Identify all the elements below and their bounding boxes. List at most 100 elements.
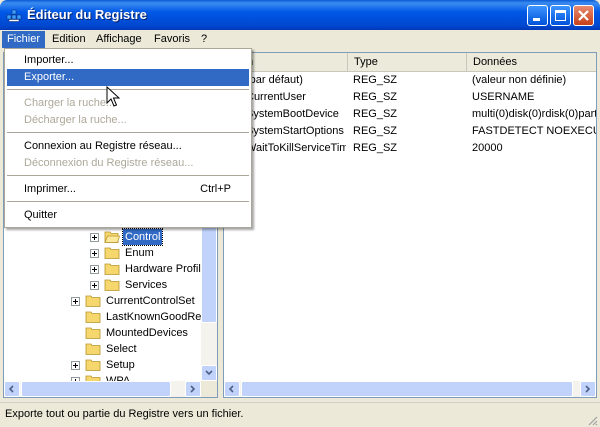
value-type: REG_SZ bbox=[353, 125, 398, 137]
value-name: CurrentUser bbox=[246, 91, 306, 103]
tree-scroll-down-button[interactable] bbox=[201, 365, 217, 381]
tree-node-label: MountedDevices bbox=[106, 327, 188, 339]
window-title: Éditeur du Registre bbox=[27, 7, 147, 22]
value-type: REG_SZ bbox=[353, 74, 398, 86]
menu-item-label: Charger la ruche... bbox=[24, 97, 116, 109]
value-type: REG_SZ bbox=[353, 108, 398, 120]
value-type: REG_SZ bbox=[353, 91, 398, 103]
minimize-icon bbox=[533, 18, 540, 21]
folder-icon bbox=[85, 311, 101, 323]
registry-editor-icon bbox=[6, 9, 22, 22]
tree-horizontal-scrollbar[interactable] bbox=[4, 381, 217, 397]
folder-icon bbox=[85, 343, 101, 355]
folder-icon bbox=[85, 327, 101, 339]
tree-node-select[interactable]: Select bbox=[4, 341, 204, 357]
value-row[interactable]: ab SystemStartOptions REG_SZ FASTDETECT … bbox=[224, 123, 596, 140]
tree-node-hardware-profiles[interactable]: Hardware Profiles bbox=[4, 261, 212, 277]
list-scroll-left-button[interactable] bbox=[224, 381, 240, 397]
menu-item-label: Imprimer... bbox=[24, 183, 76, 195]
tree-node-enum[interactable]: Enum bbox=[4, 245, 204, 261]
menu-separator bbox=[7, 175, 249, 176]
folder-open-icon bbox=[104, 231, 120, 243]
scroll-corner bbox=[201, 381, 217, 397]
menu-item-label: Décharger la ruche... bbox=[24, 114, 127, 126]
folder-icon bbox=[104, 247, 120, 259]
tree-node-control[interactable]: Control bbox=[4, 228, 204, 246]
menu-item-importer[interactable]: Importer... bbox=[7, 52, 249, 69]
value-type: REG_SZ bbox=[353, 142, 398, 154]
tree-node-label: Enum bbox=[125, 247, 154, 259]
list-hscroll-thumb[interactable] bbox=[241, 381, 573, 397]
menu-item-deconnexion-registre[interactable]: Déconnexion du Registre réseau... bbox=[7, 155, 249, 172]
maximize-icon bbox=[555, 10, 566, 21]
tree-scroll-right-button[interactable] bbox=[185, 381, 201, 397]
menu-item-label: Importer... bbox=[24, 54, 74, 66]
menu-item-shortcut: Ctrl+P bbox=[200, 183, 231, 195]
minimize-button[interactable] bbox=[527, 5, 548, 26]
status-bar: Exporte tout ou partie du Registre vers … bbox=[0, 402, 600, 427]
close-button[interactable] bbox=[573, 5, 594, 26]
value-data: (valeur non définie) bbox=[472, 74, 567, 86]
menu-edition[interactable]: Edition bbox=[47, 31, 91, 48]
menu-bar: Fichier Edition Affichage Favoris ? bbox=[0, 30, 600, 49]
menu-item-quitter[interactable]: Quitter bbox=[7, 207, 249, 224]
value-row[interactable]: ab SystemBootDevice REG_SZ multi(0)disk(… bbox=[224, 106, 596, 123]
tree-hscroll-thumb[interactable] bbox=[21, 381, 171, 397]
chevron-right-icon bbox=[585, 385, 591, 393]
file-menu-dropdown: Importer... Exporter... Charger la ruche… bbox=[4, 48, 252, 228]
folder-icon bbox=[104, 279, 120, 291]
value-row[interactable]: ab CurrentUser REG_SZ USERNAME bbox=[224, 89, 596, 106]
expand-icon[interactable] bbox=[90, 281, 99, 290]
menu-fichier[interactable]: Fichier bbox=[2, 31, 46, 48]
expand-icon[interactable] bbox=[71, 297, 80, 306]
registry-editor-window: Éditeur du Registre Fichier Edition Affi… bbox=[0, 0, 600, 427]
value-row[interactable]: ab (par défaut) REG_SZ (valeur non défin… bbox=[224, 72, 596, 89]
folder-icon bbox=[85, 359, 101, 371]
value-data: 20000 bbox=[472, 142, 503, 154]
value-row[interactable]: ab WaitToKillServiceTimeout REG_SZ 20000 bbox=[224, 140, 596, 157]
list-scroll-right-button[interactable] bbox=[580, 381, 596, 397]
menu-affichage[interactable]: Affichage bbox=[91, 31, 147, 48]
tree-node-setup[interactable]: Setup bbox=[4, 357, 204, 373]
menu-item-connexion-registre[interactable]: Connexion au Registre réseau... bbox=[7, 138, 249, 155]
menu-item-imprimer[interactable]: Imprimer... Ctrl+P bbox=[7, 181, 249, 198]
list-horizontal-scrollbar[interactable] bbox=[224, 381, 596, 397]
chevron-left-icon bbox=[8, 385, 14, 393]
value-data: USERNAME bbox=[472, 91, 535, 103]
tree-scroll-left-button[interactable] bbox=[4, 381, 20, 397]
title-bar[interactable]: Éditeur du Registre bbox=[0, 0, 600, 30]
expand-icon[interactable] bbox=[90, 233, 99, 242]
tree-vscroll-thumb[interactable] bbox=[201, 213, 217, 323]
tree-node-label: Control bbox=[121, 228, 164, 246]
expand-icon[interactable] bbox=[90, 249, 99, 258]
tree-node-lastknowngoodrecovery[interactable]: LastKnownGoodRecovery bbox=[4, 309, 217, 325]
menu-item-exporter[interactable]: Exporter... bbox=[7, 69, 249, 86]
folder-icon bbox=[85, 295, 101, 307]
menu-help[interactable]: ? bbox=[196, 31, 212, 48]
value-data: multi(0)disk(0)rdisk(0)partition(1) bbox=[472, 108, 596, 120]
expand-icon[interactable] bbox=[71, 361, 80, 370]
values-list-pane[interactable]: Nom Type Données ab (par défaut) REG_SZ … bbox=[223, 52, 597, 398]
column-header-type[interactable]: Type bbox=[348, 53, 467, 71]
tree-node-label: Select bbox=[106, 343, 137, 355]
tree-node-services[interactable]: Services bbox=[4, 277, 204, 293]
maximize-button[interactable] bbox=[550, 5, 571, 26]
value-name: SystemBootDevice bbox=[246, 108, 339, 120]
chevron-right-icon bbox=[190, 385, 196, 393]
list-header: Nom Type Données bbox=[224, 53, 596, 72]
menu-separator bbox=[7, 201, 249, 202]
menu-separator bbox=[7, 132, 249, 133]
tree-node-label: Services bbox=[125, 279, 168, 291]
menu-item-label: Connexion au Registre réseau... bbox=[24, 140, 182, 152]
menu-item-decharger-ruche[interactable]: Décharger la ruche... bbox=[7, 112, 249, 129]
value-name: WaitToKillServiceTimeout bbox=[246, 142, 346, 154]
menu-favoris[interactable]: Favoris bbox=[149, 31, 195, 48]
close-icon bbox=[578, 10, 589, 21]
resize-grip-icon[interactable] bbox=[586, 414, 598, 426]
column-header-data[interactable]: Données bbox=[467, 53, 596, 71]
menu-item-charger-ruche[interactable]: Charger la ruche... bbox=[7, 95, 249, 112]
value-data: FASTDETECT NOEXECUTE=OPTIN bbox=[472, 125, 596, 137]
tree-node-currentcontrolset[interactable]: CurrentControlSet bbox=[4, 293, 204, 309]
expand-icon[interactable] bbox=[90, 265, 99, 274]
tree-node-mounteddevices[interactable]: MountedDevices bbox=[4, 325, 204, 341]
